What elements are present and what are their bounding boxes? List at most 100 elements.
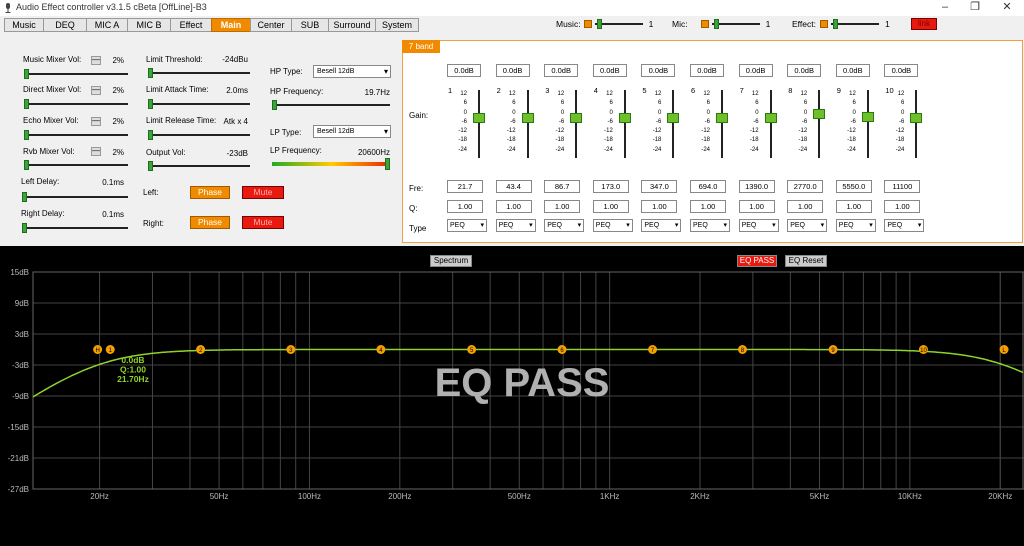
music-mute-toggle[interactable] — [583, 20, 592, 28]
band-gain-slider[interactable] — [667, 90, 680, 158]
mic-volume-slider[interactable] — [711, 19, 760, 29]
band-frequency-field[interactable]: 2770.0 — [787, 180, 824, 193]
band-gain-slider[interactable] — [764, 90, 777, 158]
band-type-select[interactable]: PEQ — [447, 219, 487, 232]
gain-tick-label: -18 — [701, 137, 710, 144]
band-type-select[interactable]: PEQ — [835, 219, 876, 232]
x-axis-label: 1KHz — [600, 492, 620, 501]
rvb-mixer-minus-button[interactable]: — — [91, 147, 101, 156]
tab-center[interactable]: Center — [250, 18, 292, 32]
band-frequency-field[interactable]: 86.7 — [544, 180, 581, 193]
effect-mute-toggle[interactable] — [819, 20, 828, 28]
rvb-mixer-slider[interactable] — [24, 160, 128, 170]
tab-deq[interactable]: DEQ — [43, 18, 87, 32]
tab-mic-a[interactable]: MIC A — [86, 18, 128, 32]
music-volume-slider[interactable] — [594, 19, 643, 29]
right-mute-button[interactable]: Mute — [242, 216, 284, 229]
band-q-field[interactable]: 1.00 — [592, 200, 629, 213]
band-frequency-field[interactable]: 173.0 — [592, 180, 629, 193]
limit-threshold-slider[interactable] — [148, 68, 250, 78]
band-gain-slider[interactable] — [910, 90, 923, 158]
gain-tick-label: 6 — [512, 100, 516, 107]
band-frequency-field[interactable]: 5550.0 — [835, 180, 872, 193]
tab-effect[interactable]: Effect — [170, 18, 212, 32]
hp-frequency-slider[interactable] — [272, 100, 390, 110]
band-frequency-field[interactable]: 43.4 — [495, 180, 532, 193]
minimize-icon[interactable]: – — [930, 0, 960, 16]
limit-release-slider[interactable] — [148, 130, 250, 140]
music-mixer-slider[interactable] — [24, 69, 128, 79]
band-q-field[interactable]: 1.00 — [884, 200, 921, 213]
direct-mixer-slider[interactable] — [24, 99, 128, 109]
band-gain-slider[interactable] — [521, 90, 534, 158]
band-q-field[interactable]: 1.00 — [641, 200, 678, 213]
band-q-field[interactable]: 1.00 — [787, 200, 824, 213]
effect-volume-slider[interactable] — [830, 19, 879, 29]
tab-mic-b[interactable]: MIC B — [127, 18, 171, 32]
tab-main[interactable]: Main — [211, 18, 251, 32]
band-type-select[interactable]: PEQ — [544, 219, 585, 232]
selected-band-info: 0.0dB — [121, 355, 144, 365]
eq-pass-button[interactable]: EQ PASS — [737, 255, 777, 267]
output-vol-value: -23dB — [226, 149, 248, 158]
band-q-field[interactable]: 1.00 — [447, 200, 483, 213]
band-frequency-field[interactable]: 1390.0 — [738, 180, 775, 193]
link-button[interactable]: link — [911, 18, 937, 30]
left-delay-slider[interactable] — [22, 192, 128, 202]
band-type-select[interactable]: PEQ — [592, 219, 633, 232]
tab-surround[interactable]: Surround — [328, 18, 376, 32]
band-q-field[interactable]: 1.00 — [835, 200, 872, 213]
echo-mixer-slider[interactable] — [24, 130, 128, 140]
left-mute-button[interactable]: Mute — [242, 186, 284, 199]
tab-system[interactable]: System — [375, 18, 419, 32]
gain-tick-label: 12 — [897, 91, 905, 97]
band-type-select[interactable]: PEQ — [884, 219, 925, 232]
band-type-select[interactable]: PEQ — [787, 219, 828, 232]
band-q-field[interactable]: 1.00 — [738, 200, 775, 213]
band-type-select[interactable]: PEQ — [641, 219, 682, 232]
direct-mixer-minus-button[interactable]: — — [91, 86, 101, 95]
band-gain-slider[interactable] — [813, 90, 826, 158]
mic-label: Mic: — [672, 19, 688, 29]
band-frequency-field[interactable]: 694.0 — [690, 180, 726, 193]
lp-type-select[interactable]: Besell 12dB — [313, 125, 391, 138]
music-mixer-minus-button[interactable]: — — [91, 56, 101, 65]
band-type-select[interactable]: PEQ — [495, 219, 536, 232]
left-phase-button[interactable]: Phase — [190, 186, 230, 199]
spectrum-button[interactable]: Spectrum — [430, 255, 472, 267]
output-vol-slider[interactable] — [148, 161, 250, 171]
band-gain-slider[interactable] — [473, 90, 485, 158]
limit-attack-label: Limit Attack Time: — [146, 85, 209, 94]
band-type-select[interactable]: PEQ — [690, 219, 730, 232]
close-icon[interactable]: ✕ — [992, 0, 1022, 16]
mic-mute-toggle[interactable] — [700, 20, 709, 28]
hp-type-select[interactable]: Besell 12dB — [313, 65, 391, 78]
limit-threshold-label: Limit Threshold: — [146, 55, 203, 64]
band-gain-slider[interactable] — [861, 90, 874, 158]
band-q-field[interactable]: 1.00 — [544, 200, 581, 213]
band-frequency-field[interactable]: 347.0 — [641, 180, 678, 193]
music-mixer-label: Music Mixer Vol: — [23, 55, 82, 64]
band-frequency-field[interactable]: 21.7 — [447, 180, 483, 193]
band-gain-slider[interactable] — [716, 90, 728, 158]
band-frequency-field[interactable]: 11100 — [884, 180, 921, 193]
band-gain-slider[interactable] — [570, 90, 583, 158]
band-tag[interactable]: 7 band — [402, 40, 440, 53]
band-number: 3 — [545, 86, 550, 95]
band-q-field[interactable]: 1.00 — [495, 200, 532, 213]
band-q-field[interactable]: 1.00 — [690, 200, 726, 213]
right-phase-button[interactable]: Phase — [190, 216, 230, 229]
band-type-select[interactable]: PEQ — [738, 219, 779, 232]
limit-attack-slider[interactable] — [148, 99, 250, 109]
direct-mixer-label: Direct Mixer Vol: — [23, 85, 82, 94]
echo-mixer-minus-button[interactable]: — — [91, 117, 101, 126]
restore-icon[interactable]: ❐ — [960, 0, 990, 16]
tab-sub[interactable]: SUB — [291, 18, 329, 32]
band-gain-slider[interactable] — [618, 90, 631, 158]
lp-frequency-slider[interactable] — [272, 158, 390, 170]
gain-tick-label: -12 — [652, 128, 662, 135]
tab-music[interactable]: Music — [4, 18, 44, 32]
gain-tick-label: 0 — [803, 109, 808, 116]
right-delay-slider[interactable] — [22, 223, 128, 233]
eq-reset-button[interactable]: EQ Reset — [785, 255, 827, 267]
